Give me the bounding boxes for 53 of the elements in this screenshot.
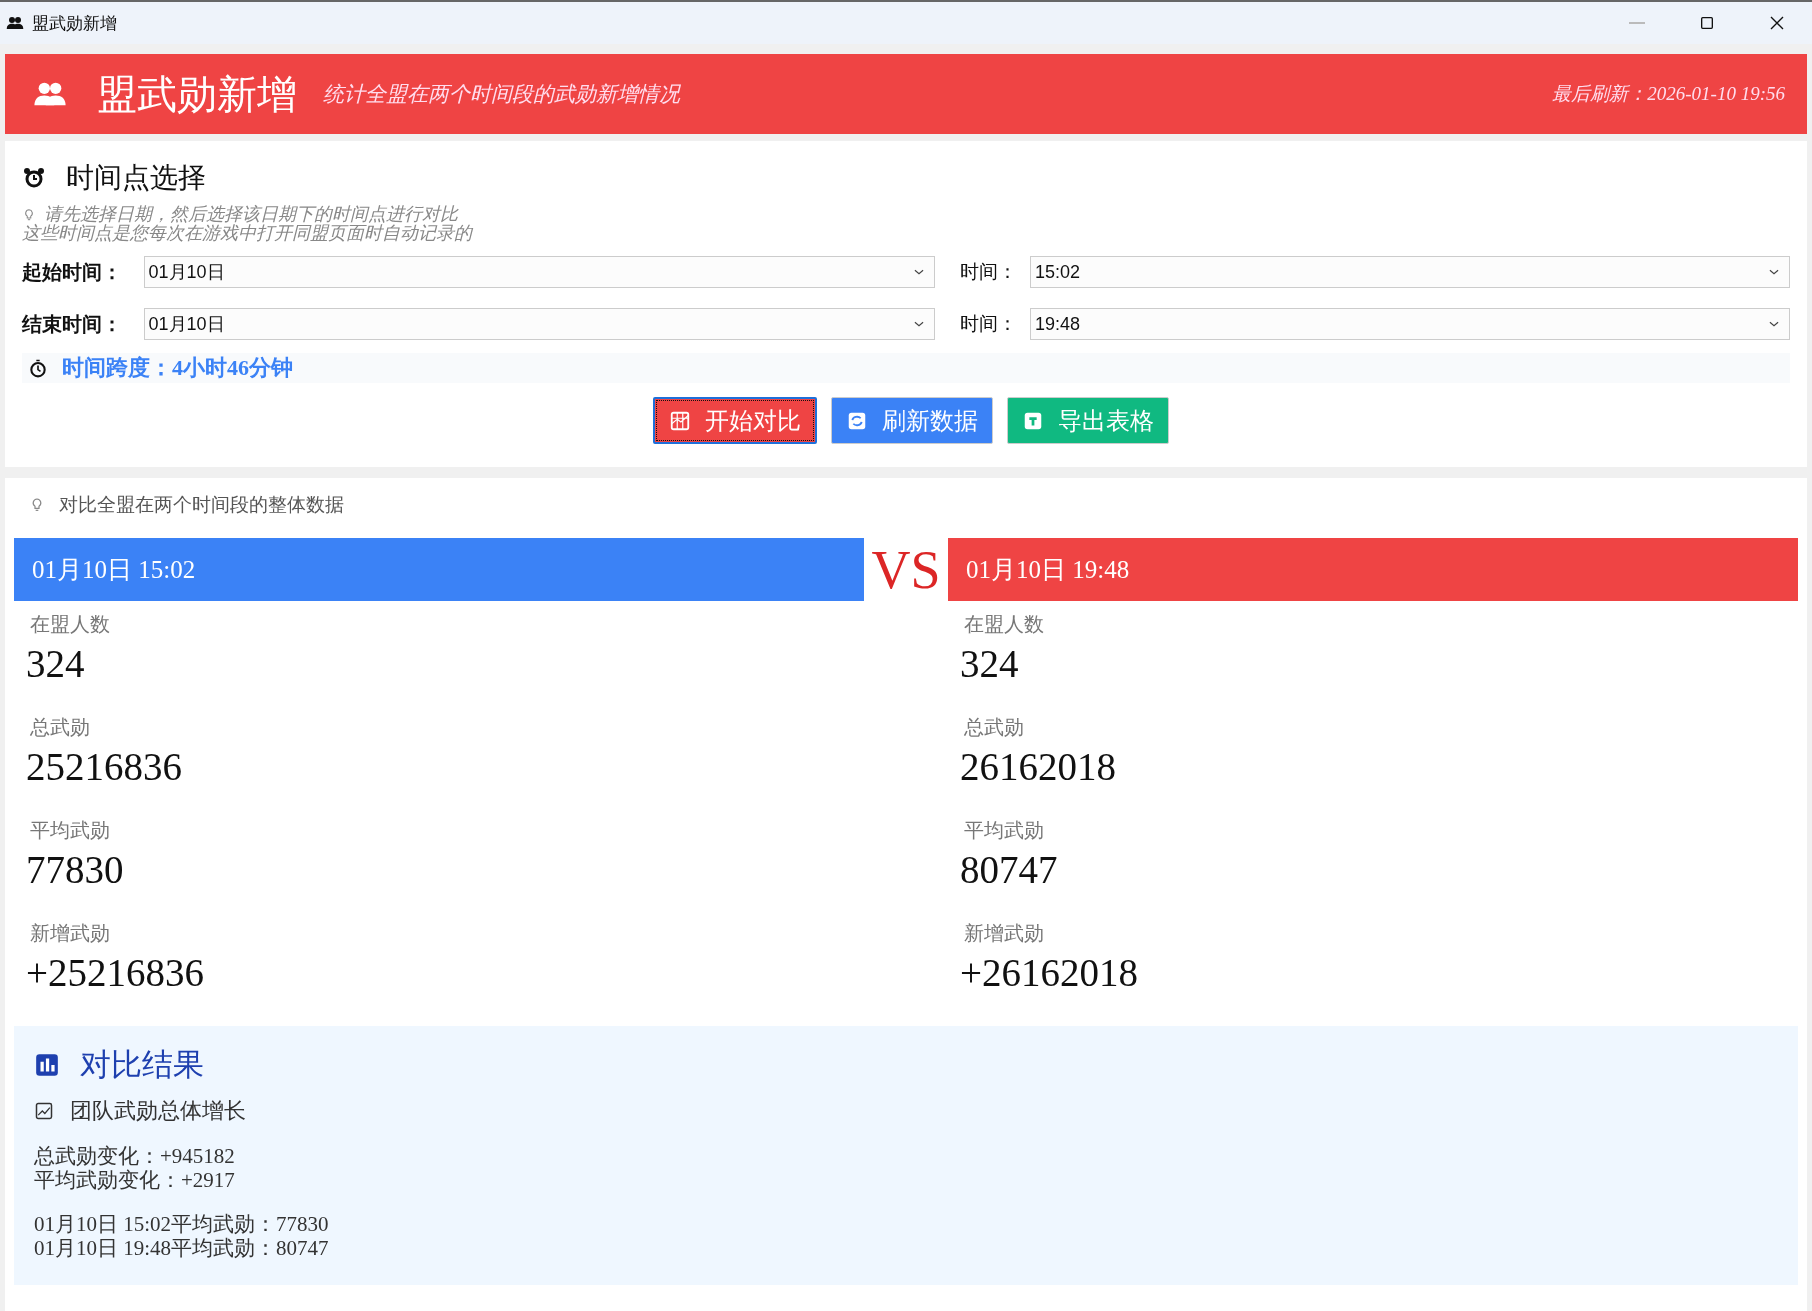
hint-text: 对比全盟在两个时间段的整体数据: [59, 493, 344, 517]
window-title: 盟武勋新增: [32, 12, 117, 35]
snapshot-header: 01月10日 15:02: [14, 538, 864, 601]
lightbulb-icon: [22, 207, 36, 222]
field-label: 结束时间：: [22, 311, 123, 337]
stat-value: 324: [960, 641, 1020, 687]
close-icon: [1768, 14, 1786, 32]
snapshot-header: 01月10日 19:48: [948, 538, 1798, 601]
hint-text: 这些时间点是您每次在游戏中打开同盟页面时自动记录的: [22, 224, 472, 243]
results-title: 对比结果: [80, 1046, 204, 1084]
stat-label: 新增武勋: [29, 921, 111, 946]
line-chart-icon: [34, 1101, 54, 1121]
date-dropdown[interactable]: 01月10日: [143, 308, 936, 340]
alarm-clock-icon: [22, 166, 46, 190]
last-refresh-text: 最后刷新：2026-01-10 19:56: [1552, 82, 1785, 106]
date-dropdown[interactable]: 01月10日: [143, 256, 936, 288]
stat-label: 在盟人数: [963, 612, 1045, 637]
stopwatch-icon: [28, 358, 48, 378]
stat-label: 总武勋: [29, 715, 91, 740]
users-icon: [6, 14, 24, 32]
hint-text: 请先选择日期，然后选择该日期下的时间点进行对比: [44, 205, 458, 224]
result-line: 01月10日 15:02平均武勋：77830: [34, 1212, 330, 1236]
field-label: 时间：: [960, 312, 1019, 336]
stat-label: 平均武勋: [29, 818, 111, 843]
result-line: 平均武勋变化：+2917: [34, 1168, 236, 1192]
stat-label: 总武勋: [963, 715, 1025, 740]
stat-value: 25216836: [26, 744, 183, 790]
chart-icon: [669, 409, 691, 432]
vs-text: VS: [871, 538, 941, 601]
stat-value: 26162018: [960, 744, 1117, 790]
field-label: 起始时间：: [22, 259, 123, 285]
action-button[interactable]: 开始对比: [653, 397, 817, 444]
results-subtitle: 团队武勋总体增长: [70, 1097, 246, 1125]
page-title: 盟武勋新增: [97, 70, 297, 119]
stat-label: 平均武勋: [963, 818, 1045, 843]
stat-value: 80747: [960, 847, 1059, 893]
time-span-text: 时间跨度：4小时46分钟: [62, 354, 293, 382]
result-line: 01月10日 19:48平均武勋：80747: [34, 1236, 330, 1260]
bar-chart-icon: [34, 1052, 60, 1078]
field-label: 时间：: [960, 260, 1019, 284]
section-heading: 时间点选择: [66, 161, 206, 195]
page-subtitle: 统计全盟在两个时间段的武勋新增情况: [323, 81, 680, 108]
stat-value: +26162018: [960, 950, 1139, 996]
stat-value: 77830: [26, 847, 125, 893]
result-line: 总武勋变化：+945182: [34, 1144, 236, 1168]
stat-label: 新增武勋: [963, 921, 1045, 946]
maximize-icon: [1699, 15, 1715, 31]
stat-value: 324: [26, 641, 86, 687]
action-button[interactable]: 刷新数据: [831, 397, 993, 444]
stat-value: +25216836: [26, 950, 205, 996]
time-dropdown[interactable]: 19:48: [1030, 308, 1790, 340]
time-dropdown[interactable]: 15:02: [1030, 256, 1790, 288]
stat-label: 在盟人数: [29, 612, 111, 637]
